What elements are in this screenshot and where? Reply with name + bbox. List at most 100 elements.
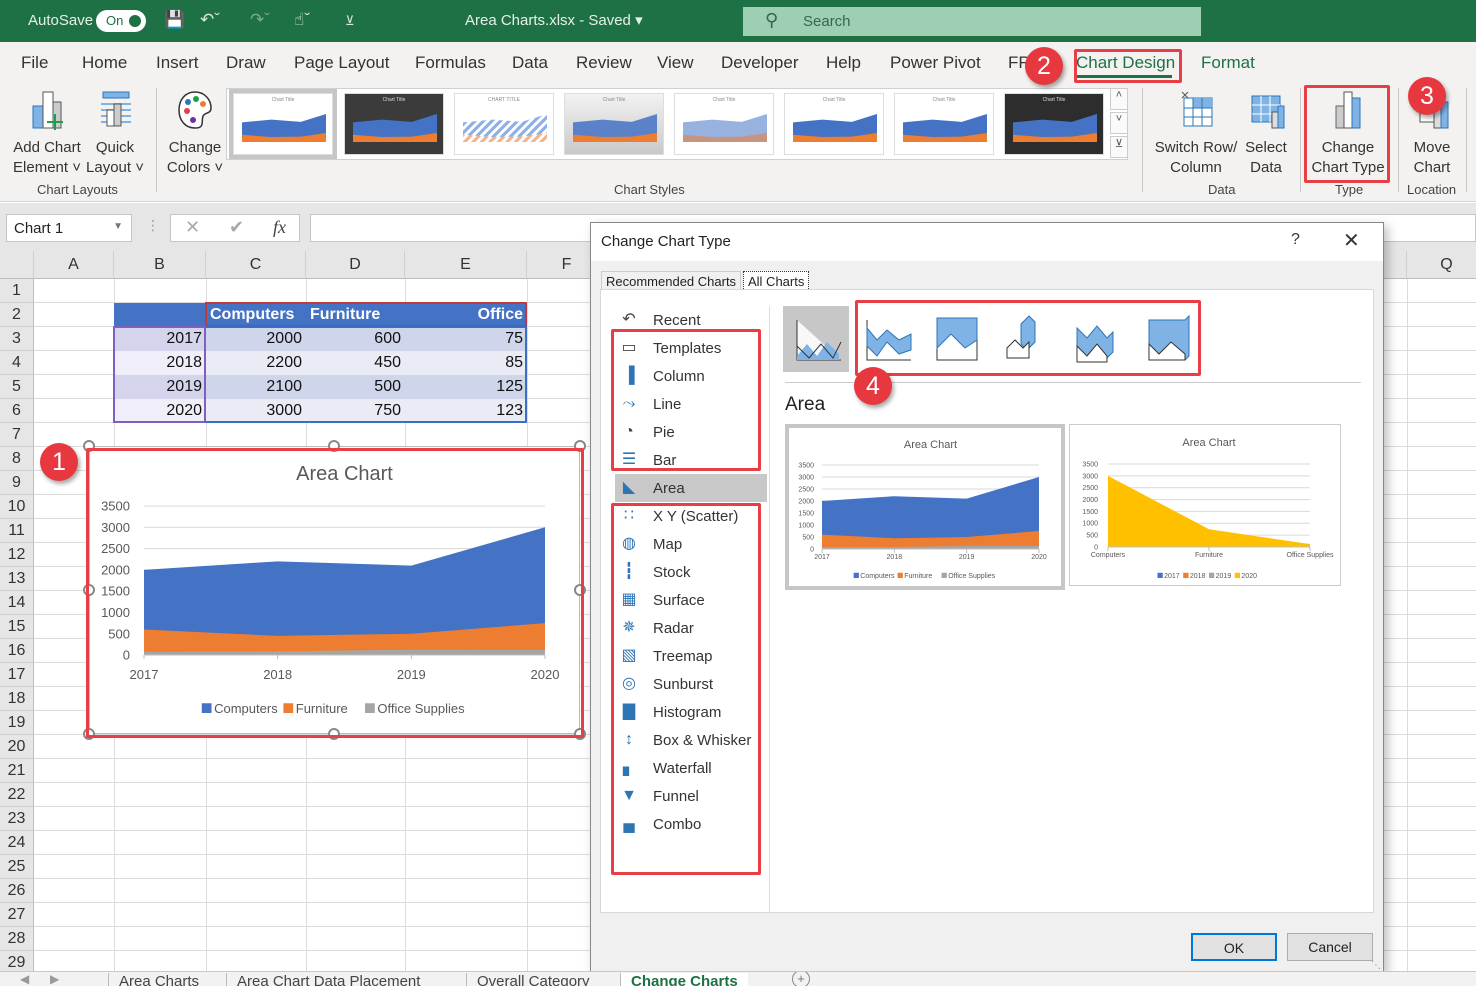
- row-header-10[interactable]: 10: [0, 495, 34, 519]
- chart-style-5[interactable]: Chart Title: [674, 93, 774, 155]
- redo-icon[interactable]: ↷ˇ: [250, 10, 270, 30]
- row-header-7[interactable]: 7: [0, 423, 34, 447]
- gallery-scroll-up[interactable]: ˄: [1110, 88, 1128, 110]
- row-header-22[interactable]: 22: [0, 783, 34, 807]
- undo-icon[interactable]: ↶ˇ: [200, 10, 220, 30]
- sheet-tab-area-charts[interactable]: Area Charts: [108, 973, 209, 986]
- tab-insert[interactable]: Insert: [156, 53, 199, 73]
- document-title[interactable]: Area Charts.xlsx - Saved ▾: [465, 11, 643, 29]
- select-data-button[interactable]: Select Data: [1240, 88, 1292, 178]
- switch-row-column-button[interactable]: Switch Row/ Column: [1152, 88, 1240, 178]
- tab-developer[interactable]: Developer: [721, 53, 799, 73]
- row-header-1[interactable]: 1: [0, 279, 34, 303]
- column-header-q[interactable]: Q: [1407, 251, 1476, 279]
- row-header-3[interactable]: 3: [0, 327, 34, 351]
- chart-style-2[interactable]: Chart Title: [344, 93, 444, 155]
- chart-style-1[interactable]: Chart Title: [229, 89, 337, 159]
- row-header-8[interactable]: 8: [0, 447, 34, 471]
- chart-category-area[interactable]: ◣ Area: [615, 474, 767, 502]
- add-sheet-button[interactable]: +: [792, 972, 810, 986]
- row-header-25[interactable]: 25: [0, 855, 34, 879]
- tab-formulas[interactable]: Formulas: [415, 53, 486, 73]
- subtype-area[interactable]: [783, 306, 849, 372]
- row-header-11[interactable]: 11: [0, 519, 34, 543]
- formula-bar-grip-icon[interactable]: ⋮: [146, 217, 160, 234]
- column-header-e[interactable]: E: [405, 251, 527, 279]
- close-button[interactable]: ✕: [1343, 228, 1360, 253]
- tab-power-pivot[interactable]: Power Pivot: [890, 53, 981, 73]
- preview-series-by-category[interactable]: Area Chart 0 500 1000 1500 2000 2500 3000 3500 Co…: [1069, 424, 1341, 586]
- sheet-tab-overall-category[interactable]: Overall Category: [466, 973, 600, 986]
- touch-mode-icon[interactable]: ☝ˇ: [294, 10, 310, 30]
- tab-format[interactable]: Format: [1201, 53, 1255, 73]
- row-header-15[interactable]: 15: [0, 615, 34, 639]
- y-tick-label: 500: [1086, 533, 1098, 540]
- tab-file[interactable]: File: [21, 53, 48, 73]
- chevron-down-icon[interactable]: ▼: [113, 221, 123, 232]
- column-header-a[interactable]: A: [34, 251, 114, 279]
- column-header-d[interactable]: D: [306, 251, 405, 279]
- sheet-tab-area-chart-data-placement[interactable]: Area Chart Data Placement: [226, 973, 430, 986]
- row-header-18[interactable]: 18: [0, 687, 34, 711]
- customize-toolbar-icon[interactable]: ⊻: [345, 13, 355, 29]
- row-header-14[interactable]: 14: [0, 591, 34, 615]
- row-header-21[interactable]: 21: [0, 759, 34, 783]
- sheet-tab-change-charts[interactable]: Change Charts: [620, 973, 748, 986]
- autosave-label: AutoSave: [28, 12, 94, 29]
- row-header-23[interactable]: 23: [0, 807, 34, 831]
- preview-series-by-year[interactable]: Area Chart 0 500 1000 1500 2000 2500 3000 3500 20…: [785, 424, 1065, 590]
- row-header-13[interactable]: 13: [0, 567, 34, 591]
- row-header-4[interactable]: 4: [0, 351, 34, 375]
- add-chart-element-button[interactable]: Add Chart Element ˅: [8, 88, 86, 178]
- tab-all-charts[interactable]: All Charts: [743, 271, 810, 291]
- row-header-12[interactable]: 12: [0, 543, 34, 567]
- row-header-26[interactable]: 26: [0, 879, 34, 903]
- gallery-more[interactable]: ⊻: [1110, 136, 1128, 158]
- tab-page-layout[interactable]: Page Layout: [294, 53, 389, 73]
- tab-data[interactable]: Data: [512, 53, 548, 73]
- tab-home[interactable]: Home: [82, 53, 127, 73]
- name-box[interactable]: Chart 1 ▼: [6, 214, 132, 242]
- tab-scroll-left-icon[interactable]: ◀: [20, 972, 29, 986]
- gallery-scroll-down[interactable]: ˅: [1110, 112, 1128, 134]
- quick-layout-button[interactable]: Quick Layout ˅: [84, 88, 146, 178]
- row-header-2[interactable]: 2: [0, 303, 34, 327]
- row-header-28[interactable]: 28: [0, 927, 34, 951]
- table-corner-cell[interactable]: [114, 303, 206, 327]
- row-header-29[interactable]: 29: [0, 951, 34, 971]
- tab-recommended-charts[interactable]: Recommended Charts: [601, 271, 742, 291]
- tab-view[interactable]: View: [657, 53, 694, 73]
- tab-help[interactable]: Help: [826, 53, 861, 73]
- row-header-19[interactable]: 19: [0, 711, 34, 735]
- cancel-button[interactable]: Cancel: [1287, 933, 1373, 961]
- row-header-6[interactable]: 6: [0, 399, 34, 423]
- column-header-b[interactable]: B: [114, 251, 206, 279]
- help-button[interactable]: ?: [1291, 231, 1300, 249]
- chart-style-7[interactable]: Chart Title: [894, 93, 994, 155]
- row-header-20[interactable]: 20: [0, 735, 34, 759]
- column-header-c[interactable]: C: [206, 251, 306, 279]
- enter-icon[interactable]: ✔: [229, 217, 244, 238]
- row-header-16[interactable]: 16: [0, 639, 34, 663]
- select-all-corner[interactable]: [0, 251, 34, 279]
- row-header-17[interactable]: 17: [0, 663, 34, 687]
- row-header-24[interactable]: 24: [0, 831, 34, 855]
- save-icon[interactable]: 💾: [164, 10, 185, 30]
- row-header-9[interactable]: 9: [0, 471, 34, 495]
- autosave-toggle[interactable]: On: [96, 10, 146, 32]
- change-colors-button[interactable]: Change Colors ˅: [164, 88, 226, 178]
- chart-style-4[interactable]: Chart Title: [564, 93, 664, 155]
- chart-style-8[interactable]: Chart Title: [1004, 93, 1104, 155]
- search-box[interactable]: ⚲ Search: [743, 7, 1201, 36]
- tab-review[interactable]: Review: [576, 53, 632, 73]
- resize-grip-icon[interactable]: ⋱: [1371, 960, 1381, 971]
- tab-scroll-right-icon[interactable]: ▶: [50, 972, 59, 986]
- cancel-icon[interactable]: ✕: [185, 217, 200, 238]
- chart-style-6[interactable]: Chart Title: [784, 93, 884, 155]
- row-header-27[interactable]: 27: [0, 903, 34, 927]
- tab-draw[interactable]: Draw: [226, 53, 266, 73]
- ok-button[interactable]: OK: [1191, 933, 1277, 961]
- row-header-5[interactable]: 5: [0, 375, 34, 399]
- chart-style-3[interactable]: CHART TITLE: [454, 93, 554, 155]
- insert-function-icon[interactable]: fx: [273, 217, 286, 238]
